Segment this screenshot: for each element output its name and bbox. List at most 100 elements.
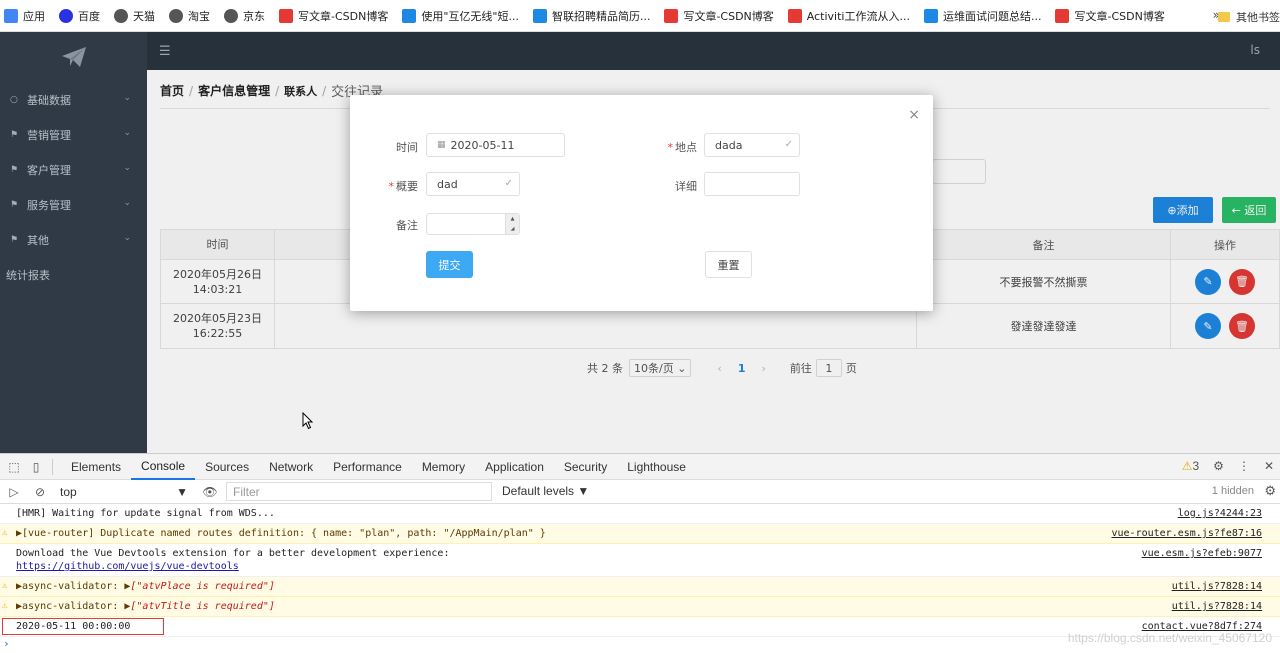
tab-performance[interactable]: Performance — [323, 454, 412, 480]
circle-icon: ○ — [10, 94, 18, 105]
paper-plane-icon — [61, 47, 86, 67]
time-date-picker[interactable]: ▦ 2020-05-11 — [426, 133, 565, 157]
mouse-cursor-icon — [302, 412, 314, 430]
chevron-down-icon: ⌄ — [123, 198, 131, 208]
sidebar-item-label: 营销管理 — [27, 128, 71, 142]
console-filter-input[interactable]: Filter — [226, 482, 492, 501]
devtools-link[interactable]: https://github.com/vuejs/vue-devtools — [16, 561, 239, 572]
detail-input[interactable] — [704, 172, 800, 196]
tab-sources[interactable]: Sources — [195, 454, 259, 480]
apps-icon — [4, 8, 18, 23]
source-link[interactable]: util.js?7828:14 — [1172, 600, 1262, 613]
remark-label: 备注 — [396, 219, 418, 232]
source-link[interactable]: vue.esm.js?efeb:9077 — [1142, 547, 1262, 560]
tab-network[interactable]: Network — [259, 454, 323, 480]
sidebar-item-customer[interactable]: ⚑ 客户管理 ⌄ — [0, 152, 147, 187]
tab-memory[interactable]: Memory — [412, 454, 475, 480]
bookmark-item[interactable]: 天猫 — [114, 8, 155, 24]
calendar-icon: ▦ — [437, 140, 446, 150]
title-label: * 概要 — [388, 180, 419, 193]
console-warning[interactable]: ⚠ ▶async-validator: ▶["atvTitle is requi… — [0, 597, 1280, 617]
bookmark-item[interactable]: 智联招聘精品简历... — [532, 8, 650, 24]
console-warning[interactable]: ⚠ ▶async-validator: ▶["atvPlace is requi… — [0, 577, 1280, 597]
settings-gear-icon[interactable]: ⚙ — [1213, 459, 1224, 473]
flag-icon: ⚑ — [10, 234, 19, 245]
jianshu-icon — [787, 8, 802, 23]
sidebar-item-service[interactable]: ⚑ 服务管理 ⌄ — [0, 187, 147, 222]
console-message: Download the Vue Devtools extension for … — [0, 544, 1280, 577]
csdn-icon — [1055, 8, 1070, 23]
time-label: 时间 — [396, 141, 418, 154]
bookmark-item[interactable]: 写文章-CSDN博客 — [664, 8, 774, 24]
check-circle-icon: ✓ — [784, 139, 793, 150]
warning-icon: ⚠ — [2, 581, 8, 591]
console-warning[interactable]: ⚠ ▶[vue-router] Duplicate named routes d… — [0, 524, 1280, 544]
page-icon — [923, 8, 938, 23]
devtools-panel: ⬚ ▯ Elements Console Sources Network Per… — [0, 453, 1280, 653]
sidebar-item-basic-data[interactable]: ○ 基础数据 ⌄ — [0, 82, 147, 117]
sidebar-item-other[interactable]: ⚑ 其他 ⌄ — [0, 222, 147, 257]
logo — [0, 32, 147, 82]
device-toolbar-icon[interactable]: ▯ — [28, 460, 44, 474]
more-options-icon[interactable]: ⋮ — [1238, 459, 1250, 473]
context-select[interactable]: top ▼ — [60, 485, 188, 499]
record-dialog: × 时间 ▦ 2020-05-11 * 地点 dada ✓ * 概要 dad ✓ 详… — [350, 95, 933, 311]
bookmark-item[interactable]: 运维面试问题总结... — [923, 8, 1041, 24]
bookmark-item[interactable]: 写文章-CSDN博客 — [1055, 8, 1165, 24]
source-link[interactable]: util.js?7828:14 — [1172, 580, 1262, 593]
log-levels-select[interactable]: Default levels ▼ — [502, 484, 589, 498]
source-link[interactable]: vue-router.esm.js?fe87:16 — [1111, 527, 1262, 540]
console-message: [HMR] Waiting for update signal from WDS… — [0, 504, 1280, 524]
tab-elements[interactable]: Elements — [61, 454, 131, 480]
page-icon — [402, 8, 417, 23]
eye-icon[interactable]: 👁 — [202, 485, 218, 499]
place-input[interactable]: dada ✓ — [704, 133, 800, 157]
bookmark-item[interactable]: 淘宝 — [169, 8, 210, 24]
warning-icon: ⚠ — [2, 601, 8, 611]
flag-icon: ⚑ — [10, 199, 19, 210]
sidebar-item-marketing[interactable]: ⚑ 营销管理 ⌄ — [0, 117, 147, 152]
console-settings-icon[interactable]: ⚙ — [1264, 483, 1276, 499]
flag-icon: ⚑ — [10, 129, 19, 140]
submit-button[interactable]: 提交 — [426, 251, 473, 278]
warning-count[interactable]: ⚠3 — [1182, 459, 1199, 473]
menu-toggle-icon[interactable]: ☰ — [159, 44, 171, 59]
hidden-count: 1 hidden — [1211, 485, 1254, 497]
watermark: https://blog.csdn.net/weixin_45067120 — [1067, 631, 1272, 645]
bookmark-item[interactable]: 应用 — [4, 8, 45, 24]
clear-console-icon[interactable]: ⊘ — [32, 485, 48, 499]
globe-icon — [114, 8, 128, 23]
tab-security[interactable]: Security — [554, 454, 617, 480]
tab-console[interactable]: Console — [131, 454, 196, 480]
tab-application[interactable]: Application — [475, 454, 554, 480]
sidebar-item-label: 基础数据 — [27, 93, 71, 107]
place-label: * 地点 — [667, 141, 698, 154]
other-bookmarks[interactable]: 其他书签 — [1218, 9, 1280, 25]
chevron-down-icon: ⌄ — [123, 163, 131, 173]
resize-handle-icon[interactable]: ▲ ◢ — [505, 214, 519, 234]
flag-icon: ⚑ — [10, 164, 19, 175]
close-icon[interactable]: × — [908, 107, 920, 123]
reset-button[interactable]: 重置 — [705, 251, 752, 278]
title-input[interactable]: dad ✓ — [426, 172, 520, 196]
devtools-right-controls: ⚠3 ⚙ ⋮ ✕ — [1182, 459, 1274, 473]
check-circle-icon: ✓ — [504, 178, 513, 189]
source-link[interactable]: log.js?4244:23 — [1178, 507, 1262, 520]
sidebar-item-reports[interactable]: 统计报表 — [0, 257, 147, 292]
remark-textarea[interactable]: ▲ ◢ — [426, 213, 520, 235]
inspect-element-icon[interactable]: ⬚ — [6, 460, 22, 474]
detail-label: 详细 — [675, 180, 697, 193]
devtools-tabbar: ⬚ ▯ Elements Console Sources Network Per… — [0, 454, 1280, 480]
bookmark-item[interactable]: 使用"互亿无线"短... — [402, 8, 519, 24]
bookmark-item[interactable]: 写文章-CSDN博客 — [279, 8, 388, 24]
bookmark-item[interactable]: 百度 — [59, 8, 100, 24]
console-toolbar: ▷ ⊘ top ▼ 👁 Filter Default levels ▼ 1 hid… — [0, 480, 1280, 504]
chevron-down-icon: ⌄ — [123, 128, 131, 138]
user-menu[interactable]: ls — [1250, 43, 1260, 57]
bookmark-item[interactable]: 京东 — [224, 8, 265, 24]
sidebar-toggle-icon[interactable]: ▷ — [6, 485, 22, 499]
close-icon[interactable]: ✕ — [1264, 459, 1274, 473]
tab-lighthouse[interactable]: Lighthouse — [617, 454, 696, 480]
sidebar-item-label: 客户管理 — [27, 163, 71, 177]
bookmark-item[interactable]: Activiti工作流从入... — [787, 8, 910, 24]
